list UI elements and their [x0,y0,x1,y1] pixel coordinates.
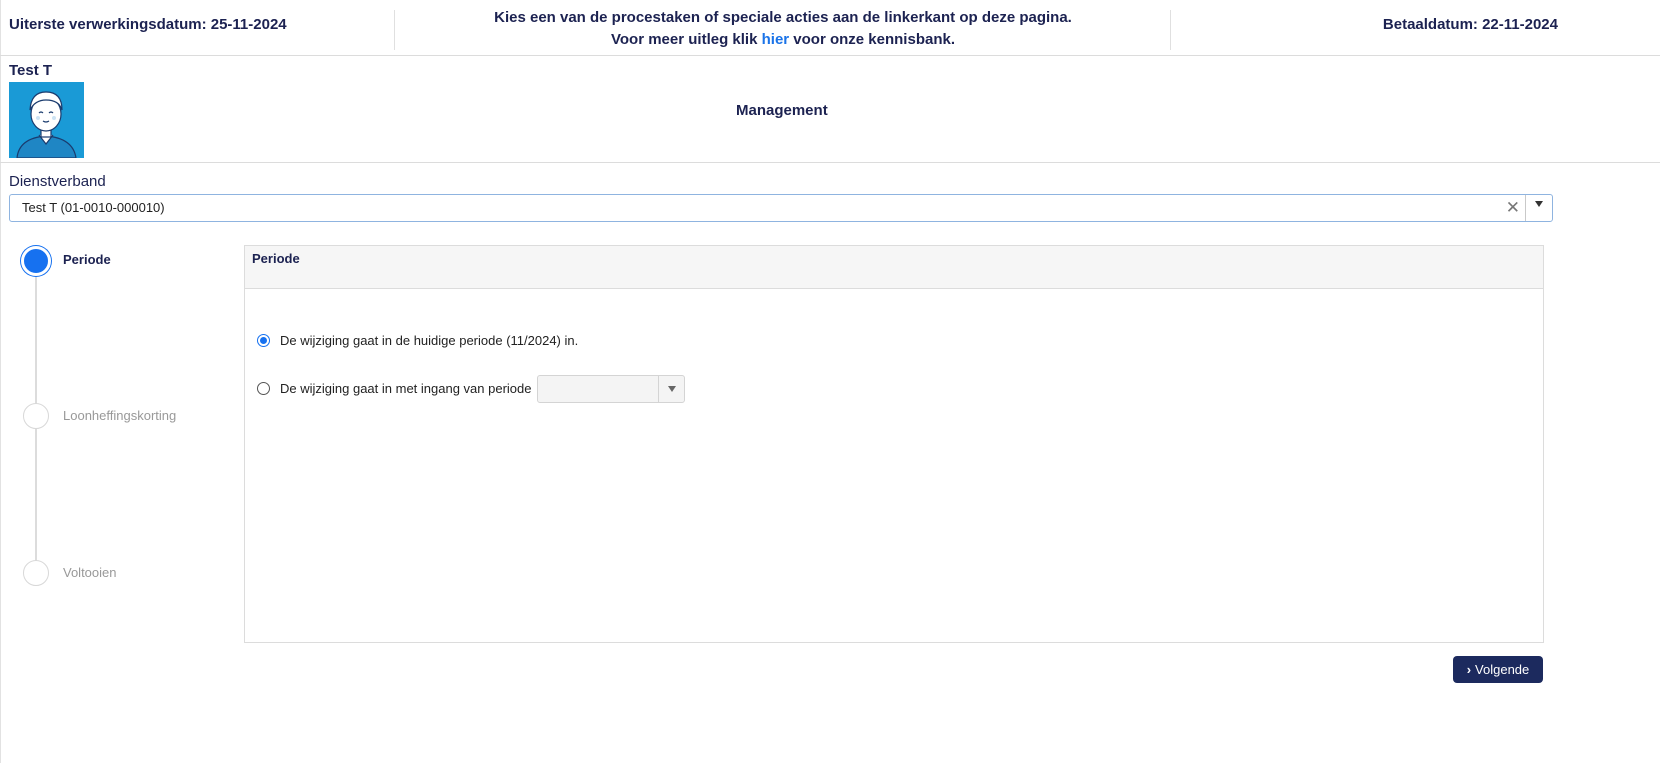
panel-header: Periode [245,246,1543,289]
period-panel: Periode [244,245,1544,643]
employment-label: Dienstverband [9,173,106,190]
person-avatar-icon [9,82,84,158]
next-button-label: Volgende [1475,662,1530,677]
employee-name: Test T [9,62,53,79]
payment-date: Betaaldatum: 22-11-2024 [1382,16,1558,33]
radio-from-period[interactable] [257,382,270,395]
radio-label-from-period[interactable]: De wijziging gaat in met ingang van peri… [280,381,532,396]
info-line-2: Voor meer uitleg klik hier voor onze ken… [395,29,1171,51]
radio-current-period[interactable] [257,334,270,347]
knowledge-base-link[interactable]: hier [762,31,790,48]
divider [0,162,1660,163]
next-button[interactable]: › Volgende [1453,656,1543,683]
processing-deadline: Uiterste verwerkingsdatum: 25-11-2024 [9,16,287,33]
step-label-loonheffingskorting[interactable]: Loonheffingskorting [63,408,176,423]
chevron-down-icon [668,386,676,392]
info-line-2-prefix: Voor meer uitleg klik [611,31,762,48]
divider [1170,10,1171,50]
period-select[interactable] [537,375,685,403]
step-label-voltooien[interactable]: Voltooien [63,565,117,580]
step-label-periode[interactable]: Periode [63,252,111,267]
info-line-1: Kies een van de procestaken of speciale … [494,9,1072,26]
panel-title: Periode [252,251,300,266]
radio-label-current-period[interactable]: De wijziging gaat in de huidige periode … [280,333,578,348]
dropdown-toggle[interactable] [658,376,684,402]
chevron-right-icon: › [1466,662,1472,677]
step-indicator-loonheffingskorting [23,403,49,429]
employment-select[interactable]: Test T (01-0010-000010) ✕ [9,194,1553,222]
employment-selected-value: Test T (01-0010-000010) [22,200,165,215]
department-label: Management [736,102,828,119]
dropdown-toggle[interactable] [1525,195,1552,221]
info-line-2-suffix: voor onze kennisbank. [789,31,955,48]
chevron-down-icon [1535,201,1543,207]
step-indicator-periode [21,246,51,276]
step-indicator-voltooien [23,560,49,586]
info-message: Kies een van de procestaken of speciale … [395,7,1171,51]
top-info-bar: Uiterste verwerkingsdatum: 25-11-2024 Ki… [0,0,1660,56]
avatar [9,82,84,158]
clear-icon[interactable]: ✕ [1506,198,1520,218]
